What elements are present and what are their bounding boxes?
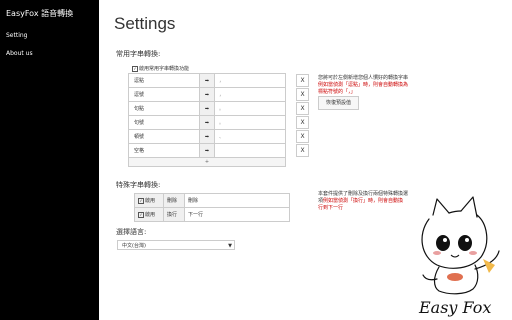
common-help-note: 您將可於左側新增您個人慣好的轉換字串例如當偵測「逗點」時，則會自動轉換為標點符號…: [318, 75, 408, 96]
app-brand: EasyFox 語音轉換: [6, 9, 74, 18]
table-row: 空格 ➡: [128, 143, 286, 158]
arrow-right-icon: ➡: [199, 129, 215, 144]
rule-from-field[interactable]: 句號: [128, 115, 200, 130]
rule-to-field[interactable]: 。: [214, 101, 286, 116]
special-section-title: 特殊字串轉換:: [116, 181, 161, 189]
arrow-right-icon: ➡: [199, 87, 215, 102]
special-enable-toggle[interactable]: ✓ 啟用: [134, 207, 164, 222]
special-enable-label: 啟用: [145, 198, 156, 204]
enable-common-label: 啟用常用字串轉換功能: [139, 66, 190, 72]
table-row: ✓ 啟用 換行 下一行: [134, 207, 290, 222]
add-row: +: [128, 157, 286, 167]
rule-from-field[interactable]: 逗點: [128, 73, 200, 88]
table-row: 頓號 ➡ 、: [128, 129, 286, 144]
checkbox-checked-icon[interactable]: ✓: [138, 211, 144, 218]
mascot-left-eye: [436, 235, 450, 251]
chevron-down-icon: ▼: [228, 243, 232, 249]
checkbox-checked-icon[interactable]: ✓: [138, 197, 144, 204]
special-action: 換行: [163, 207, 185, 222]
arrow-right-icon: ➡: [199, 115, 215, 130]
special-trigger-field[interactable]: 下一行: [184, 207, 290, 222]
delete-rule-button[interactable]: X: [296, 74, 309, 87]
special-enable-label: 啟用: [145, 212, 156, 218]
easyfox-mascot-image: Easy Fox: [418, 196, 500, 317]
table-row: 逗點 ➡ ，: [128, 73, 286, 88]
add-rule-button[interactable]: +: [128, 157, 286, 167]
rule-to-field[interactable]: 。: [214, 115, 286, 130]
enable-common-checkbox[interactable]: ✓ 啟用常用字串轉換功能: [132, 65, 189, 72]
special-help-note: 本套件提供了刪除及換行兩個特殊轉換選項例如當偵測「換行」時，則會自動換行到下一行: [318, 191, 408, 212]
language-section-title: 選擇語言:: [116, 228, 147, 236]
table-row: 逗號 ➡ ，: [128, 87, 286, 102]
checkbox-checked-icon[interactable]: ✓: [132, 65, 138, 72]
common-help-example: 例如當偵測「逗點」時，則會自動轉換為標點符號的「，」: [318, 82, 409, 95]
sidebar-item-about[interactable]: About us: [6, 50, 33, 57]
reset-defaults-button[interactable]: 恢復預設值: [318, 96, 359, 110]
rule-to-field[interactable]: [214, 143, 286, 158]
special-trigger-field[interactable]: 刪除: [184, 193, 290, 208]
mascot-right-eye: [458, 235, 472, 251]
delete-rule-button[interactable]: X: [296, 116, 309, 129]
table-row: 句號 ➡ 。: [128, 115, 286, 130]
arrow-right-icon: ➡: [199, 101, 215, 116]
table-row: ✓ 啟用 刪除 刪除: [134, 193, 290, 208]
special-action: 刪除: [163, 193, 185, 208]
sidebar: EasyFox 語音轉換 Setting About us: [0, 0, 99, 320]
delete-rule-button[interactable]: X: [296, 88, 309, 101]
delete-rule-button[interactable]: X: [296, 144, 309, 157]
delete-rule-button[interactable]: X: [296, 130, 309, 143]
table-row: 句點 ➡ 。: [128, 101, 286, 116]
special-enable-toggle[interactable]: ✓ 啟用: [134, 193, 164, 208]
arrow-right-icon: ➡: [199, 143, 215, 158]
special-help-example: 例如當偵測「換行」時，則會自動換行到下一行: [318, 198, 404, 211]
rule-to-field[interactable]: 、: [214, 129, 286, 144]
rule-to-field[interactable]: ，: [214, 73, 286, 88]
rule-to-field[interactable]: ，: [214, 87, 286, 102]
special-rules-table: ✓ 啟用 刪除 刪除 ✓ 啟用 換行 下一行: [134, 193, 290, 222]
common-help-text: 您將可於左側新增您個人慣好的轉換字串: [318, 75, 409, 81]
common-rules-table: 逗點 ➡ ， 逗號 ➡ ， 句點 ➡ 。 句號 ➡ 。 頓號 ➡ 、 空格 ➡: [128, 73, 286, 167]
rule-from-field[interactable]: 頓號: [128, 129, 200, 144]
mascot-signature: Easy Fox: [418, 298, 491, 317]
language-select[interactable]: 中文(台灣) ▼: [117, 240, 235, 250]
delete-rule-button[interactable]: X: [296, 102, 309, 115]
arrow-right-icon: ➡: [199, 73, 215, 88]
language-selected-value: 中文(台灣): [122, 243, 146, 249]
rule-from-field[interactable]: 句點: [128, 101, 200, 116]
common-section-title: 常用字串轉換:: [116, 50, 161, 58]
page-title: Settings: [114, 14, 176, 33]
rule-from-field[interactable]: 空格: [128, 143, 200, 158]
sidebar-item-setting[interactable]: Setting: [6, 32, 27, 39]
rule-from-field[interactable]: 逗號: [128, 87, 200, 102]
